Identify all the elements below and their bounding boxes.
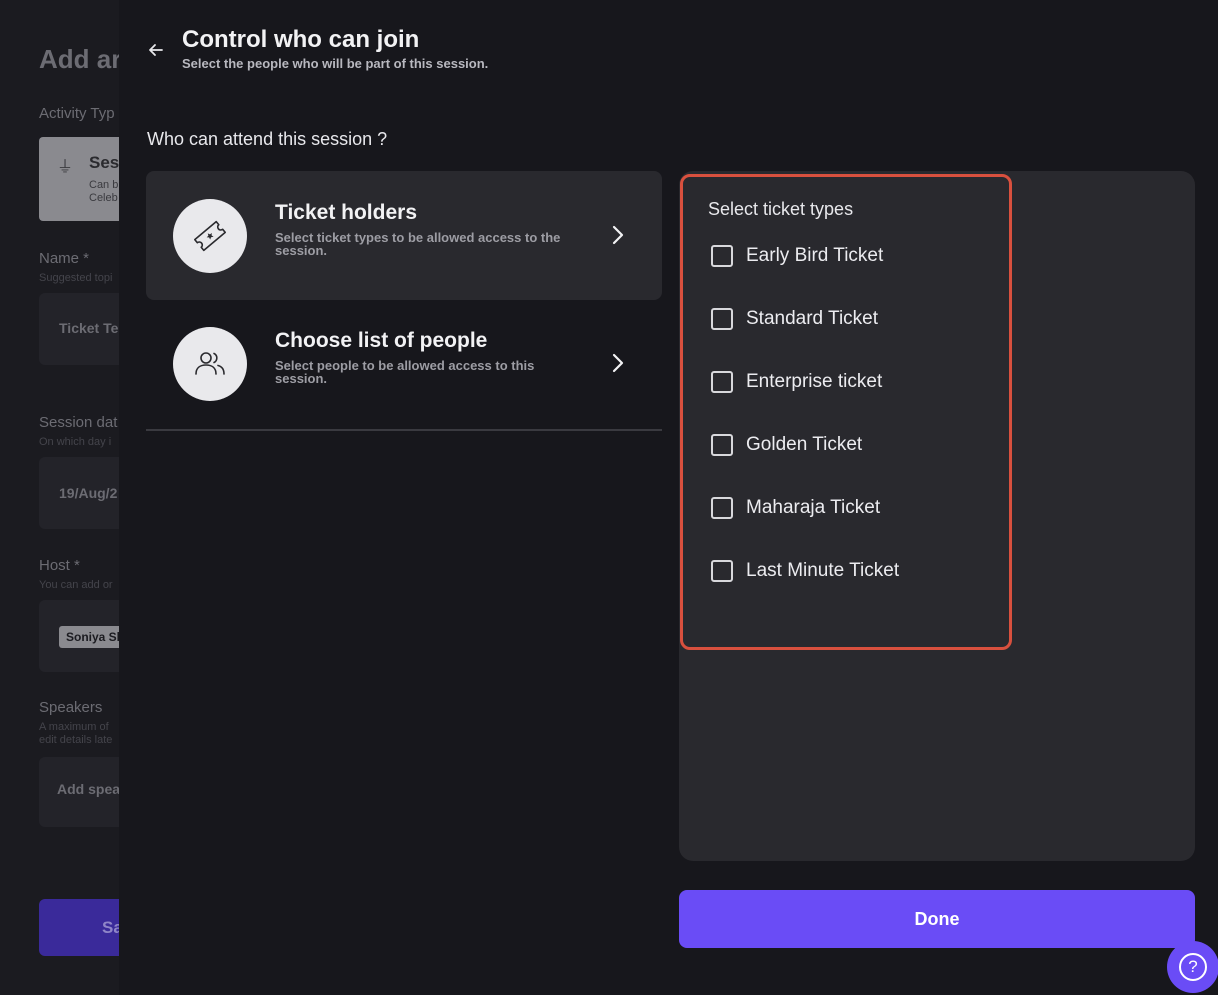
ticket-types-heading: Select ticket types bbox=[708, 199, 854, 219]
option-description: Select ticket types to be allowed access… bbox=[275, 230, 561, 258]
ticket-types-box: Select ticket types Early Bird Ticket St… bbox=[680, 174, 1012, 650]
checkbox[interactable] bbox=[711, 560, 733, 582]
back-button[interactable] bbox=[144, 38, 168, 62]
ticket-option-enterprise[interactable]: Enterprise ticket bbox=[711, 370, 882, 394]
ticket-label: Early Bird Ticket bbox=[746, 245, 884, 266]
speakers-placeholder: Add spea bbox=[57, 781, 121, 797]
chevron-right-icon bbox=[612, 225, 624, 245]
host-label: Host * bbox=[39, 557, 80, 574]
ticket-option-last-minute[interactable]: Last Minute Ticket bbox=[711, 559, 899, 583]
checkbox[interactable] bbox=[711, 434, 733, 456]
ticket-option-early-bird[interactable]: Early Bird Ticket bbox=[711, 244, 883, 268]
option-choose-list[interactable]: Choose list of people Select people to b… bbox=[146, 299, 662, 428]
name-hint: Suggested topi bbox=[39, 272, 113, 284]
checkbox[interactable] bbox=[711, 245, 733, 267]
ticket-option-golden[interactable]: Golden Ticket bbox=[711, 433, 862, 457]
attendance-question: Who can attend this session ? bbox=[147, 129, 388, 149]
ticket-icon bbox=[173, 199, 247, 273]
ticket-label: Standard Ticket bbox=[746, 308, 879, 329]
ticket-label: Enterprise ticket bbox=[746, 371, 883, 392]
help-icon: ? bbox=[1179, 953, 1207, 981]
page-title: Control who can join bbox=[182, 26, 420, 53]
options-divider bbox=[146, 429, 662, 431]
checkbox[interactable] bbox=[711, 308, 733, 330]
activity-type-desc: Can b Celeb bbox=[89, 179, 119, 204]
speakers-label: Speakers bbox=[39, 699, 103, 716]
arrow-left-icon bbox=[149, 44, 163, 56]
ticket-option-standard[interactable]: Standard Ticket bbox=[711, 307, 878, 331]
activity-type-label: Activity Typ bbox=[39, 105, 115, 122]
chevron-right-icon bbox=[612, 353, 624, 373]
page-subtitle: Select the people who will be part of th… bbox=[182, 56, 489, 71]
ticket-label: Maharaja Ticket bbox=[746, 497, 881, 518]
ticket-label: Last Minute Ticket bbox=[746, 560, 900, 581]
option-title: Ticket holders bbox=[275, 201, 417, 224]
name-value: Ticket Te bbox=[59, 320, 119, 336]
host-hint: You can add or bbox=[39, 579, 113, 591]
done-button[interactable]: Done bbox=[679, 890, 1195, 948]
session-date-label: Session dat bbox=[39, 414, 118, 431]
option-title: Choose list of people bbox=[275, 329, 488, 352]
name-label: Name * bbox=[39, 250, 90, 267]
session-date-hint: On which day i bbox=[39, 436, 112, 448]
ticket-label: Golden Ticket bbox=[746, 434, 863, 455]
checkbox[interactable] bbox=[711, 497, 733, 519]
option-ticket-holders[interactable]: Ticket holders Select ticket types to be… bbox=[146, 171, 662, 300]
control-access-drawer: Control who can join Select the people w… bbox=[119, 0, 1218, 995]
users-icon bbox=[173, 327, 247, 401]
ticket-option-maharaja[interactable]: Maharaja Ticket bbox=[711, 496, 880, 520]
session-date-value: 19/Aug/2 bbox=[59, 485, 118, 501]
help-button[interactable]: ? bbox=[1167, 941, 1218, 993]
form-title: Add ar bbox=[39, 44, 122, 74]
speakers-hint: A maximum of edit details late bbox=[39, 721, 113, 746]
stage-icon: ⏚ bbox=[57, 159, 74, 176]
checkbox[interactable] bbox=[711, 371, 733, 393]
option-description: Select people to be allowed access to th… bbox=[275, 358, 535, 386]
